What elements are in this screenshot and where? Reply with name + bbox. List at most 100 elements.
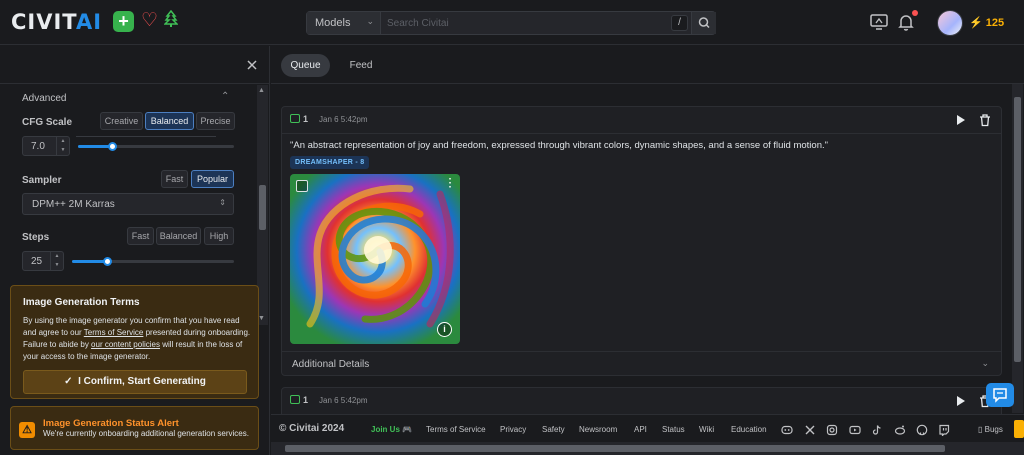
cfg-scale-input[interactable]: 7.0 ▲ ▼ (22, 136, 70, 156)
trash-icon[interactable] (978, 113, 992, 127)
twitch-icon[interactable] (938, 423, 950, 437)
stepper-arrows[interactable]: ▲ ▼ (56, 137, 69, 155)
select-checkbox[interactable] (296, 180, 308, 192)
buzz-amount: 125 (985, 17, 1005, 29)
confirm-button-label: I Confirm, Start Generating (78, 376, 206, 387)
tiktok-icon[interactable] (871, 423, 883, 435)
image-count-badge: 1 (290, 395, 316, 409)
steps-preset-balanced[interactable]: Balanced (156, 227, 201, 245)
sampler-select[interactable]: DPM++ 2M Karras ⇕ (22, 193, 234, 215)
divider (0, 83, 270, 84)
horizontal-scrollbar-thumb[interactable] (285, 445, 945, 452)
scroll-down-arrow[interactable]: ▼ (258, 315, 265, 322)
steps-slider-thumb[interactable] (103, 257, 112, 266)
stepper-arrows[interactable]: ▲ ▼ (50, 252, 63, 270)
footer-link-status[interactable]: Status (662, 425, 685, 434)
lightbulb-icon[interactable] (1014, 420, 1024, 438)
chevron-updown-icon: ⇕ (219, 198, 226, 207)
steps-value: 25 (31, 256, 43, 267)
holiday-tree-icon[interactable] (163, 9, 179, 33)
cfg-preset-balanced[interactable]: Balanced (145, 112, 194, 130)
steps-preset-fast[interactable]: Fast (127, 227, 154, 245)
status-alert: ⚠ Image Generation Status Alert We're cu… (10, 406, 259, 450)
footer-link-api[interactable]: API (634, 425, 647, 434)
footer-link-education[interactable]: Education (731, 425, 767, 434)
terms-text: By using the image generator you confirm… (23, 315, 251, 363)
search-button[interactable] (691, 12, 716, 34)
model-badge[interactable]: DREAMSHAPER - 8 (290, 156, 370, 169)
user-avatar[interactable] (937, 10, 963, 36)
image-icon (290, 395, 300, 404)
chevron-up-icon[interactable]: ⌃ (221, 91, 229, 102)
heart-icon[interactable]: ♡ (141, 9, 158, 32)
alert-title: Image Generation Status Alert (43, 418, 179, 429)
sampler-value: DPM++ 2M Karras (32, 199, 115, 210)
search-scope-select[interactable]: Models ⌄ (307, 12, 381, 34)
sidebar-scrollbar-thumb[interactable] (259, 185, 266, 230)
more-options-icon[interactable]: · · · (449, 175, 452, 193)
chevron-down-icon[interactable]: ⌄ (981, 358, 989, 369)
chat-support-button[interactable] (986, 383, 1014, 407)
image-count: 1 (303, 114, 309, 124)
confirm-start-generating-button[interactable]: ✓ I Confirm, Start Generating (23, 370, 247, 394)
footer-link-terms[interactable]: Terms of Service (426, 425, 486, 434)
additional-details-toggle[interactable]: Additional Details (292, 359, 369, 370)
footer-bugs-link[interactable]: ▯ Bugs (978, 425, 1003, 434)
card-timestamp: Jan 6 5:42pm (319, 396, 368, 405)
reddit-icon[interactable] (894, 423, 906, 435)
footer-link-newsroom[interactable]: Newsroom (579, 425, 617, 434)
sampler-preset-popular[interactable]: Popular (191, 170, 234, 188)
cfg-scale-value: 7.0 (31, 141, 45, 152)
tab-queue[interactable]: Queue (281, 54, 330, 77)
sampler-preset-fast[interactable]: Fast (161, 170, 188, 188)
play-icon[interactable] (953, 394, 967, 408)
instagram-icon[interactable] (826, 423, 838, 436)
divider (282, 351, 1001, 352)
search-bar: Models ⌄ / (306, 11, 716, 35)
terms-of-service-link[interactable]: Terms of Service (84, 328, 144, 337)
footer-link-safety[interactable]: Safety (542, 425, 565, 434)
youtube-icon[interactable] (849, 423, 861, 435)
divider (282, 133, 1001, 134)
generated-image[interactable]: · · · i (290, 174, 460, 344)
scroll-up-arrow[interactable]: ▲ (258, 87, 265, 94)
divider (271, 83, 1024, 84)
image-generator-icon[interactable] (869, 12, 889, 32)
generation-sidebar: Advanced ⌃ CFG Scale Creative Balanced P… (0, 46, 270, 455)
close-icon[interactable] (242, 55, 262, 75)
card-timestamp: Jan 6 5:42pm (319, 115, 368, 124)
footer-link-wiki[interactable]: Wiki (699, 425, 714, 434)
civitai-logo[interactable]: CIVITAI (11, 10, 102, 34)
image-count-badge: 1 (290, 114, 316, 128)
advanced-section-title[interactable]: Advanced (22, 93, 66, 104)
buzz-balance[interactable]: ⚡ 125 (969, 16, 1004, 29)
notification-dot (912, 10, 918, 16)
tab-feed[interactable]: Feed (341, 54, 381, 77)
check-icon: ✓ (64, 376, 73, 387)
footer-join-link[interactable]: Join Us 🎮 (371, 425, 412, 434)
logo-text: CIVIT (11, 10, 76, 34)
bugs-label: Bugs (984, 425, 1003, 434)
sampler-label: Sampler (22, 175, 62, 186)
generation-terms-card: Image Generation Terms By using the imag… (10, 285, 259, 399)
cfg-preset-creative[interactable]: Creative (100, 112, 143, 130)
footer-link-privacy[interactable]: Privacy (500, 425, 526, 434)
image-count: 1 (303, 395, 309, 405)
github-icon[interactable] (916, 423, 928, 436)
warning-triangle-icon: ⚠ (19, 422, 35, 438)
discord-icon[interactable] (781, 423, 793, 435)
steps-preset-high[interactable]: High (204, 227, 234, 245)
x-twitter-icon[interactable] (804, 423, 816, 435)
cfg-slider-thumb[interactable] (108, 142, 117, 151)
chevron-down-icon: ⌄ (366, 16, 374, 26)
create-plus-icon[interactable]: + (113, 11, 134, 32)
info-icon[interactable]: i (437, 322, 452, 337)
cfg-preset-precise[interactable]: Precise (196, 112, 235, 130)
steps-label: Steps (22, 232, 50, 243)
main-scrollbar-thumb[interactable] (1014, 97, 1021, 362)
chat-icon (993, 388, 1007, 403)
steps-input[interactable]: 25 ▲ ▼ (22, 251, 64, 271)
search-input[interactable] (387, 12, 667, 34)
play-icon[interactable] (953, 113, 967, 127)
content-policies-link[interactable]: our content policies (91, 340, 160, 349)
